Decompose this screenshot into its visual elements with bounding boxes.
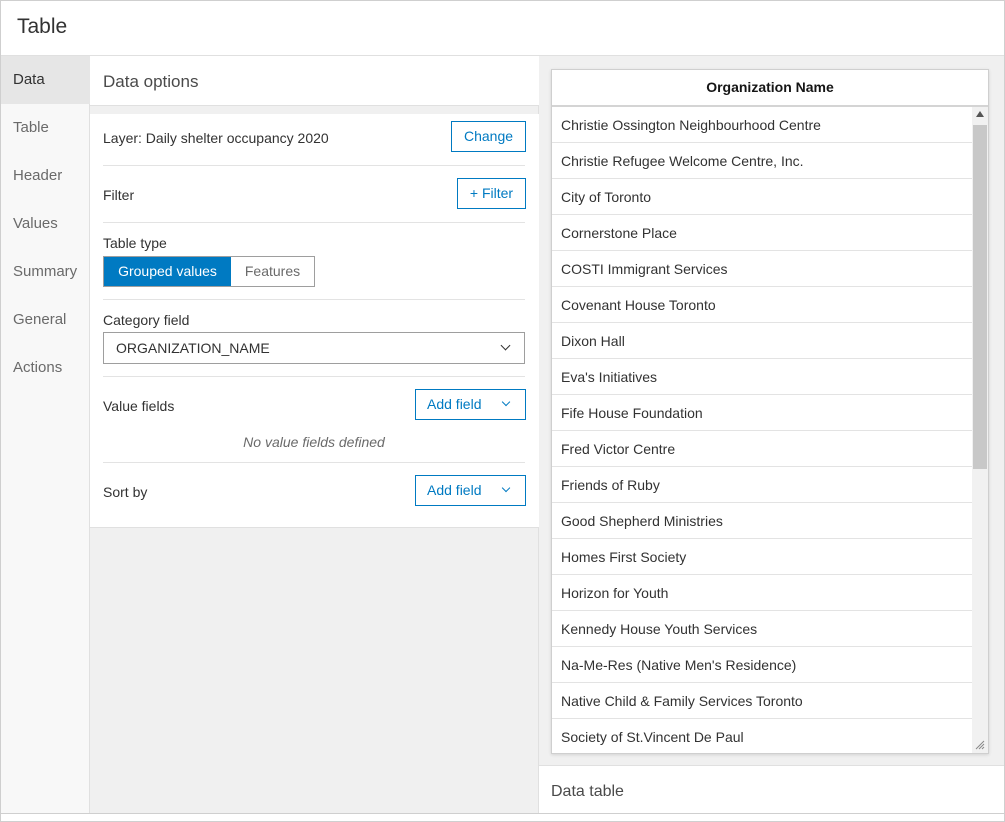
- value-fields-label: Value fields: [103, 398, 175, 414]
- layer-row: Layer: Daily shelter occupancy 2020 Chan…: [103, 114, 526, 166]
- category-field-select[interactable]: ORGANIZATION_NAME: [103, 332, 525, 364]
- preview-table: Organization Name Christie Ossington Nei…: [551, 69, 989, 754]
- table-row[interactable]: Fife House Foundation: [552, 395, 972, 431]
- nav-item-values[interactable]: Values: [1, 200, 90, 248]
- category-field-label: Category field: [103, 312, 190, 328]
- layer-label: Layer: Daily shelter occupancy 2020: [103, 130, 329, 146]
- table-row[interactable]: Christie Refugee Welcome Centre, Inc.: [552, 143, 972, 179]
- panel-title: Data options: [103, 72, 199, 91]
- side-nav: Data Table Header Values Summary General…: [1, 56, 90, 813]
- add-sort-field-label: Add field: [427, 482, 482, 498]
- table-row[interactable]: Cornerstone Place: [552, 215, 972, 251]
- table-row[interactable]: Dixon Hall: [552, 323, 972, 359]
- table-preview-pane: Organization Name Christie Ossington Nei…: [539, 56, 1004, 813]
- chevron-down-icon: [501, 397, 511, 407]
- table-body: Christie Ossington Neighbourhood Centre …: [552, 107, 972, 753]
- nav-item-data[interactable]: Data: [1, 56, 90, 104]
- change-layer-button[interactable]: Change: [451, 121, 526, 152]
- nav-item-general[interactable]: General: [1, 296, 90, 344]
- grouped-values-option[interactable]: Grouped values: [104, 257, 231, 286]
- table-row[interactable]: Eva's Initiatives: [552, 359, 972, 395]
- add-filter-button[interactable]: + Filter: [457, 178, 526, 209]
- table-row[interactable]: Fred Victor Centre: [552, 431, 972, 467]
- bottom-edge: [1, 813, 1004, 821]
- table-type-row: Table type Grouped values Features: [103, 223, 525, 300]
- table-row[interactable]: Friends of Ruby: [552, 467, 972, 503]
- add-sort-field-button[interactable]: Add field: [415, 475, 526, 506]
- column-header-organization-name[interactable]: Organization Name: [552, 70, 988, 107]
- chevron-down-icon: [500, 340, 511, 351]
- table-row[interactable]: Society of St.Vincent De Paul: [552, 719, 972, 753]
- nav-item-table[interactable]: Table: [1, 104, 90, 152]
- table-row[interactable]: Kennedy House Youth Services: [552, 611, 972, 647]
- nav-item-actions[interactable]: Actions: [1, 344, 90, 392]
- scrollbar-thumb[interactable]: [973, 125, 987, 469]
- title-bar: Table: [1, 1, 1004, 56]
- table-row[interactable]: City of Toronto: [552, 179, 972, 215]
- sort-by-label: Sort by: [103, 484, 148, 500]
- table-row[interactable]: Good Shepherd Ministries: [552, 503, 972, 539]
- chevron-down-icon: [501, 483, 511, 493]
- add-value-field-button[interactable]: Add field: [415, 389, 526, 420]
- table-scrollbar[interactable]: [972, 107, 988, 753]
- table-row[interactable]: Na-Me-Res (Native Men's Residence): [552, 647, 972, 683]
- table-row[interactable]: Horizon for Youth: [552, 575, 972, 611]
- nav-item-summary[interactable]: Summary: [1, 248, 90, 296]
- filter-label: Filter: [103, 187, 135, 203]
- value-fields-empty-message: No value fields defined: [243, 434, 385, 450]
- table-type-label: Table type: [103, 235, 167, 251]
- value-fields-row: Value fields Add field No value fields d…: [103, 377, 526, 463]
- table-config-window: Table Data Table Header Values Summary G…: [0, 0, 1005, 822]
- resize-grip-icon[interactable]: [975, 740, 985, 750]
- table-row[interactable]: Native Child & Family Services Toronto: [552, 683, 972, 719]
- table-type-toggle: Grouped values Features: [103, 256, 315, 287]
- table-row[interactable]: Christie Ossington Neighbourhood Centre: [552, 107, 972, 143]
- table-row[interactable]: COSTI Immigrant Services: [552, 251, 972, 287]
- category-field-row: Category field ORGANIZATION_NAME: [103, 300, 525, 377]
- data-table-label: Data table: [551, 783, 624, 800]
- data-options-panel: Data options Layer: Daily shelter occupa…: [90, 56, 539, 813]
- sort-by-row: Sort by Add field: [103, 463, 526, 528]
- panel-body: Layer: Daily shelter occupancy 2020 Chan…: [90, 114, 539, 528]
- table-row[interactable]: Homes First Society: [552, 539, 972, 575]
- add-value-field-label: Add field: [427, 396, 482, 412]
- scroll-up-arrow-icon[interactable]: [976, 111, 984, 117]
- category-field-value: ORGANIZATION_NAME: [116, 340, 270, 356]
- table-row[interactable]: Covenant House Toronto: [552, 287, 972, 323]
- filter-row: Filter + Filter: [103, 166, 526, 223]
- window-title: Table: [17, 15, 68, 38]
- data-table-section: Data table: [539, 765, 1004, 813]
- features-option[interactable]: Features: [231, 257, 314, 286]
- panel-header: Data options: [90, 56, 539, 106]
- nav-item-header[interactable]: Header: [1, 152, 90, 200]
